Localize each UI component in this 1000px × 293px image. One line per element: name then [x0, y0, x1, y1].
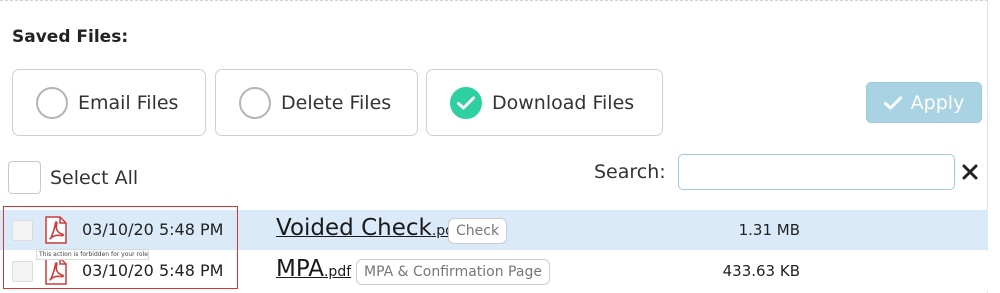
- download-files-radio[interactable]: [450, 86, 482, 119]
- apply-button[interactable]: Apply: [866, 82, 982, 123]
- file-tag: MPA & Confirmation Page: [356, 259, 550, 285]
- checkmark-icon: [457, 96, 475, 109]
- delete-files-option[interactable]: Delete Files: [215, 69, 418, 136]
- file-tag: Check: [448, 218, 508, 244]
- search-label: Search:: [594, 161, 666, 183]
- top-divider: [0, 0, 988, 1]
- file-size: 433.63 KB: [722, 262, 800, 280]
- close-icon[interactable]: [961, 163, 979, 181]
- select-all-label: Select All: [50, 167, 139, 189]
- file-extension: .pdf: [323, 264, 352, 280]
- email-files-radio[interactable]: [36, 86, 68, 119]
- saved-files-title: Saved Files:: [12, 27, 129, 47]
- check-icon: [883, 96, 902, 110]
- search-input[interactable]: [678, 154, 955, 190]
- delete-files-label: Delete Files: [281, 91, 392, 114]
- file-name: MPA: [276, 256, 324, 282]
- download-files-option[interactable]: Download Files: [426, 69, 663, 136]
- delete-files-radio[interactable]: [239, 86, 271, 119]
- email-files-label: Email Files: [78, 91, 179, 114]
- file-size: 1.31 MB: [738, 221, 800, 239]
- apply-label: Apply: [910, 91, 965, 114]
- file-name-link[interactable]: MPA.pdf: [276, 256, 351, 282]
- file-name: Voided Check: [276, 215, 432, 241]
- highlight-box: [3, 206, 238, 289]
- download-files-label: Download Files: [492, 91, 635, 114]
- file-name-link[interactable]: Voided Check.pdf: [276, 215, 459, 241]
- select-all-checkbox[interactable]: [8, 161, 41, 194]
- email-files-option[interactable]: Email Files: [12, 69, 206, 136]
